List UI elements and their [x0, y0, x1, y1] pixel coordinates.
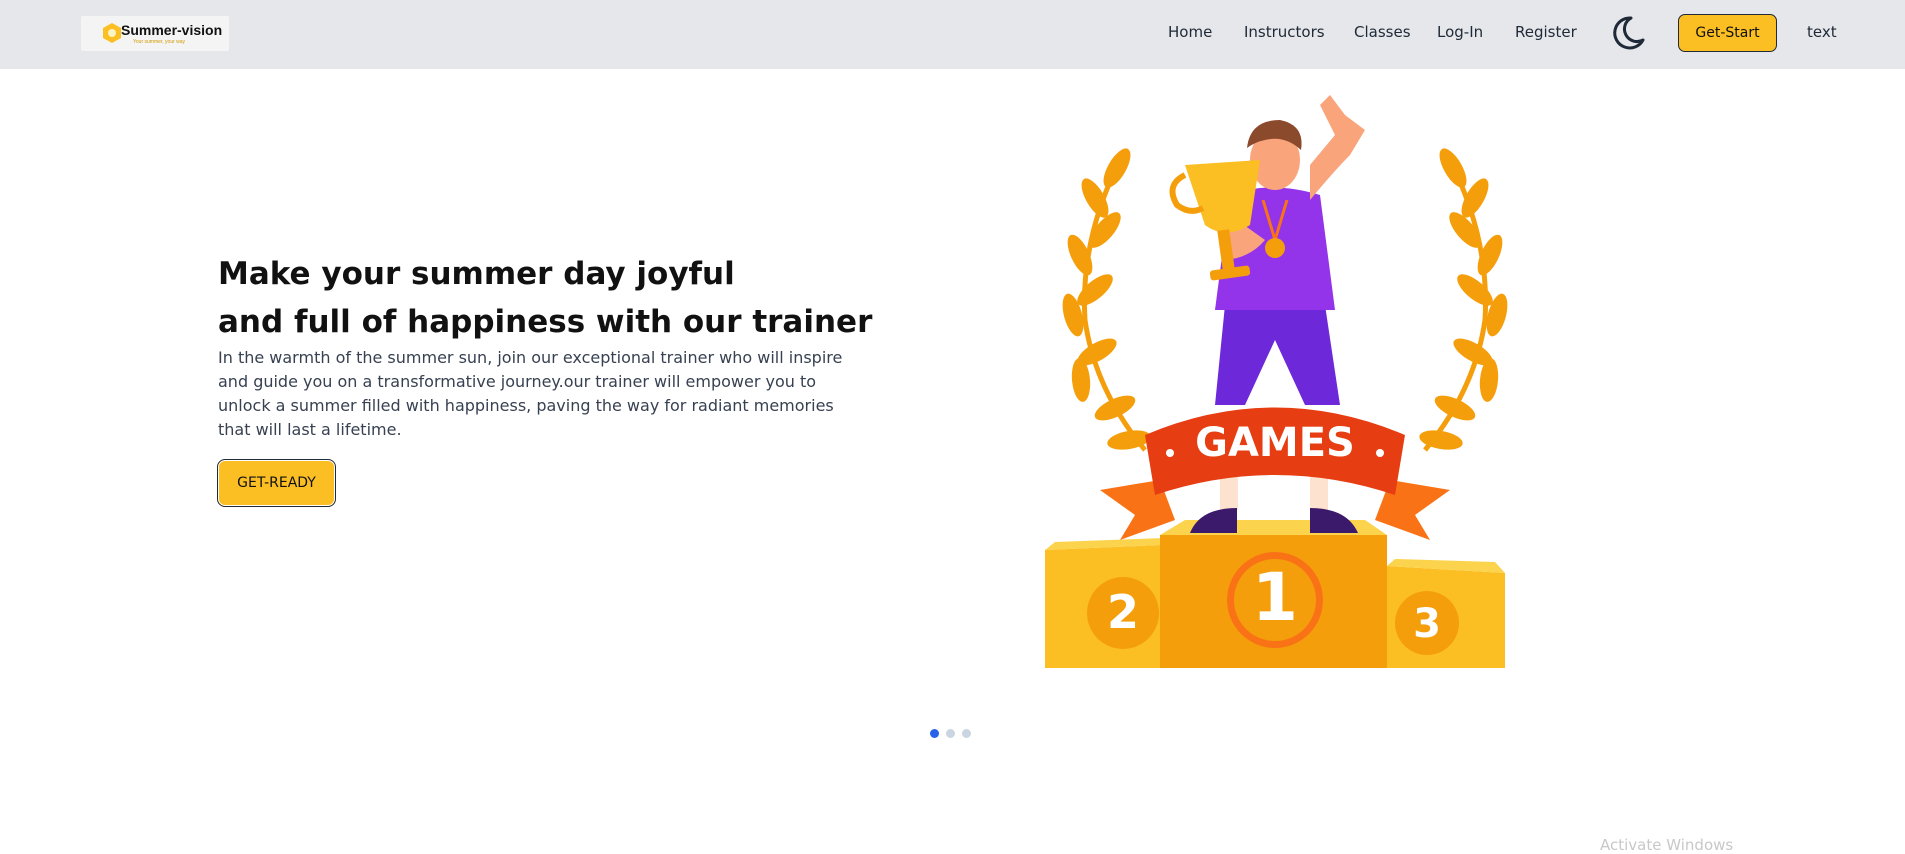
- banner-text: GAMES: [1195, 420, 1355, 466]
- hero-description: In the warmth of the summer sun, join ou…: [218, 348, 843, 439]
- carousel-indicators: [930, 729, 971, 738]
- nav-link-login[interactable]: Log-In: [1437, 23, 1483, 41]
- hero-title-line-1: Make your summer day joyful: [218, 256, 735, 292]
- podium-label-2: 2: [1107, 585, 1139, 639]
- podium-label-3: 3: [1413, 601, 1441, 647]
- carousel-dot-3[interactable]: [962, 729, 971, 738]
- brand-tagline: Your summer, your way: [133, 39, 186, 45]
- windows-watermark: Activate Windows: [1600, 836, 1734, 854]
- hero-title-line-2: and full of happiness with our trainer: [218, 304, 873, 340]
- get-start-button[interactable]: Get-Start: [1678, 14, 1777, 52]
- navbar: Summer-vision Your summer, your way Home…: [0, 0, 1905, 69]
- podium-illustration: 2 1 3 GAMES: [1045, 95, 1508, 668]
- brand-name: Summer-vision: [121, 22, 223, 38]
- nav-link-classes[interactable]: Classes: [1354, 23, 1411, 41]
- laurel-right-icon: [1419, 148, 1508, 452]
- get-ready-button[interactable]: GET-READY: [217, 459, 336, 507]
- hero-title: Make your summer day joyful and full of …: [218, 250, 872, 346]
- podium-label-1: 1: [1252, 559, 1298, 636]
- nav-link-instructors[interactable]: Instructors: [1244, 23, 1325, 41]
- podium-icon: 2 1 3: [1045, 520, 1505, 668]
- nav-link-register[interactable]: Register: [1515, 23, 1577, 41]
- nav-link-home[interactable]: Home: [1168, 23, 1212, 41]
- carousel-dot-2[interactable]: [946, 729, 955, 738]
- laurel-left-icon: [1062, 148, 1151, 452]
- logo-mark-icon: [103, 23, 121, 43]
- brand-logo[interactable]: Summer-vision Your summer, your way: [81, 16, 229, 51]
- moon-icon[interactable]: [1609, 14, 1647, 52]
- carousel-dot-1[interactable]: [930, 729, 939, 738]
- nav-text-link[interactable]: text: [1807, 23, 1837, 41]
